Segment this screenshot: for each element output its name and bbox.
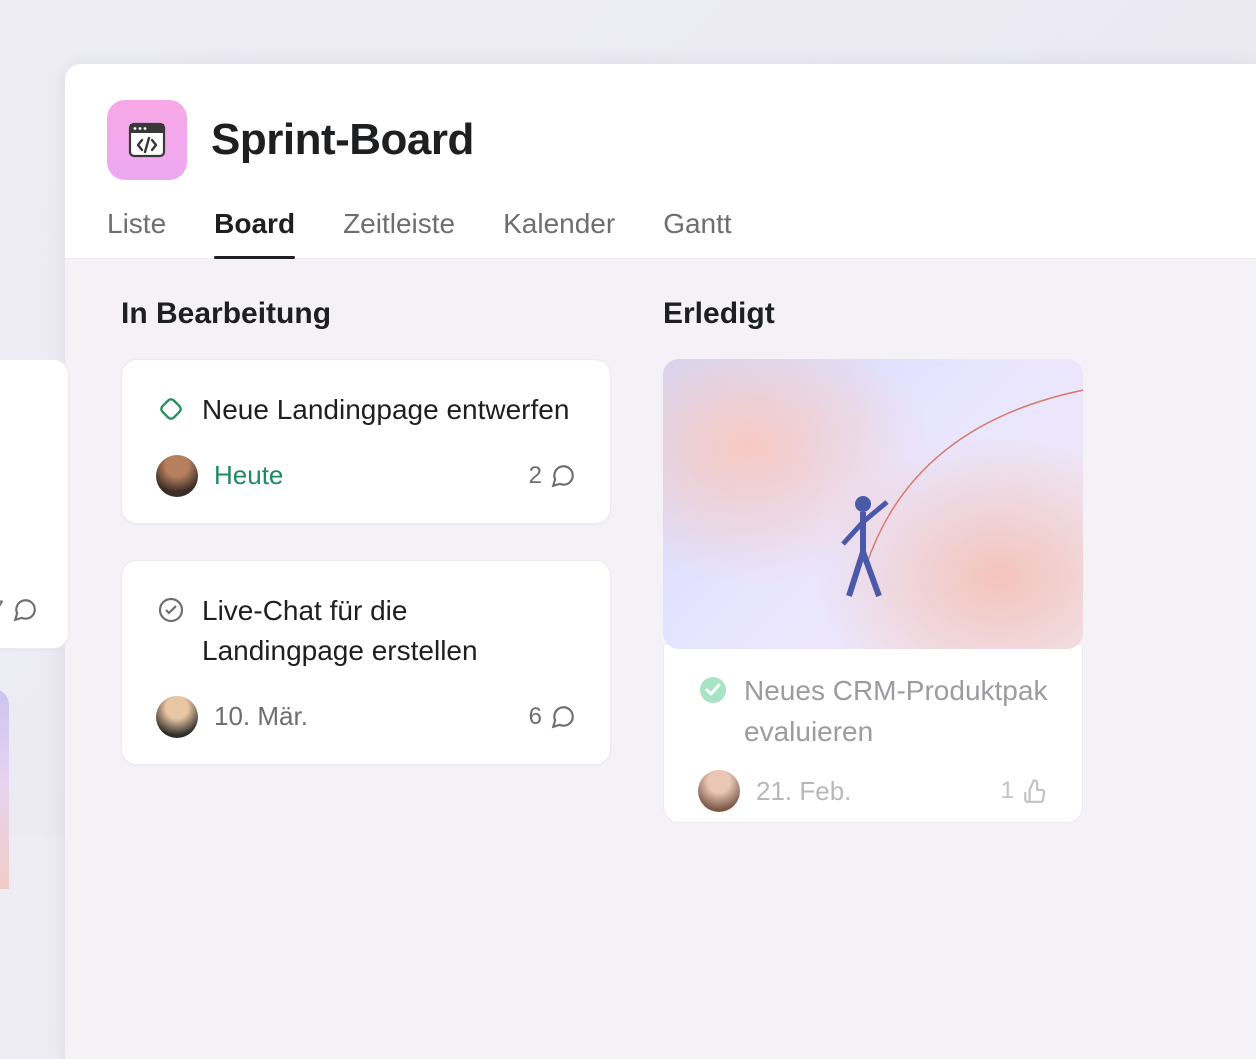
column-title: In Bearbeitung: [121, 297, 611, 331]
comments-count[interactable]: 7: [0, 596, 38, 624]
task-card[interactable]: Neues CRM-Produktpak evaluieren 21. Feb.…: [663, 359, 1083, 823]
task-card[interactable]: Live-Chat für die Landingpage erstellen …: [121, 560, 611, 765]
header: Sprint-Board: [65, 64, 1256, 180]
due-date: Heute: [214, 460, 283, 491]
card-cover-image: [663, 359, 1083, 649]
project-icon: [107, 100, 187, 180]
comments-count[interactable]: 2: [529, 462, 576, 490]
tab-board[interactable]: Board: [214, 208, 295, 258]
avatar[interactable]: [698, 770, 740, 812]
tab-kalender[interactable]: Kalender: [503, 208, 615, 258]
card-cover-image[interactable]: [0, 689, 9, 889]
column-in-progress: In Bearbeitung Neue Landingpage entwerfe…: [121, 297, 611, 889]
likes-count[interactable]: 1: [1001, 777, 1048, 805]
avatar[interactable]: [156, 696, 198, 738]
tab-gantt[interactable]: Gantt: [663, 208, 731, 258]
column-done: Erledigt: [663, 297, 1083, 889]
illustration-figure: [839, 492, 899, 602]
comments-count[interactable]: 6: [529, 703, 576, 731]
view-tabs: Liste Board Zeitleiste Kalender Gantt: [65, 180, 1256, 259]
tab-zeitleiste[interactable]: Zeitleiste: [343, 208, 455, 258]
task-card[interactable]: nführen 1 7: [0, 359, 69, 649]
comment-icon: [12, 597, 38, 623]
card-title: Neue Landingpage entwerfen: [202, 390, 569, 431]
board-body: nführen 1 7: [65, 259, 1256, 1059]
card-title: Neues CRM-Produktpak: [744, 671, 1047, 712]
column-title: Erledigt: [663, 297, 1083, 331]
status-circle-icon: [156, 595, 186, 625]
comment-icon: [550, 463, 576, 489]
avatar[interactable]: [156, 455, 198, 497]
main-panel: Sprint-Board Liste Board Zeitleiste Kale…: [65, 64, 1256, 1059]
column-previous: nführen 1 7: [0, 297, 69, 889]
tab-liste[interactable]: Liste: [107, 208, 166, 258]
card-title-line2: evaluieren: [744, 712, 1047, 753]
due-date: 21. Feb.: [756, 776, 851, 807]
thumbs-up-icon: [1022, 778, 1048, 804]
comment-icon: [550, 704, 576, 730]
page-title: Sprint-Board: [211, 115, 474, 165]
status-done-icon: [698, 675, 728, 705]
task-card[interactable]: Neue Landingpage entwerfen Heute 2: [121, 359, 611, 524]
due-date: 10. Mär.: [214, 701, 308, 732]
status-diamond-icon: [156, 394, 186, 424]
card-title: Live-Chat für die Landingpage erstellen: [202, 591, 576, 672]
